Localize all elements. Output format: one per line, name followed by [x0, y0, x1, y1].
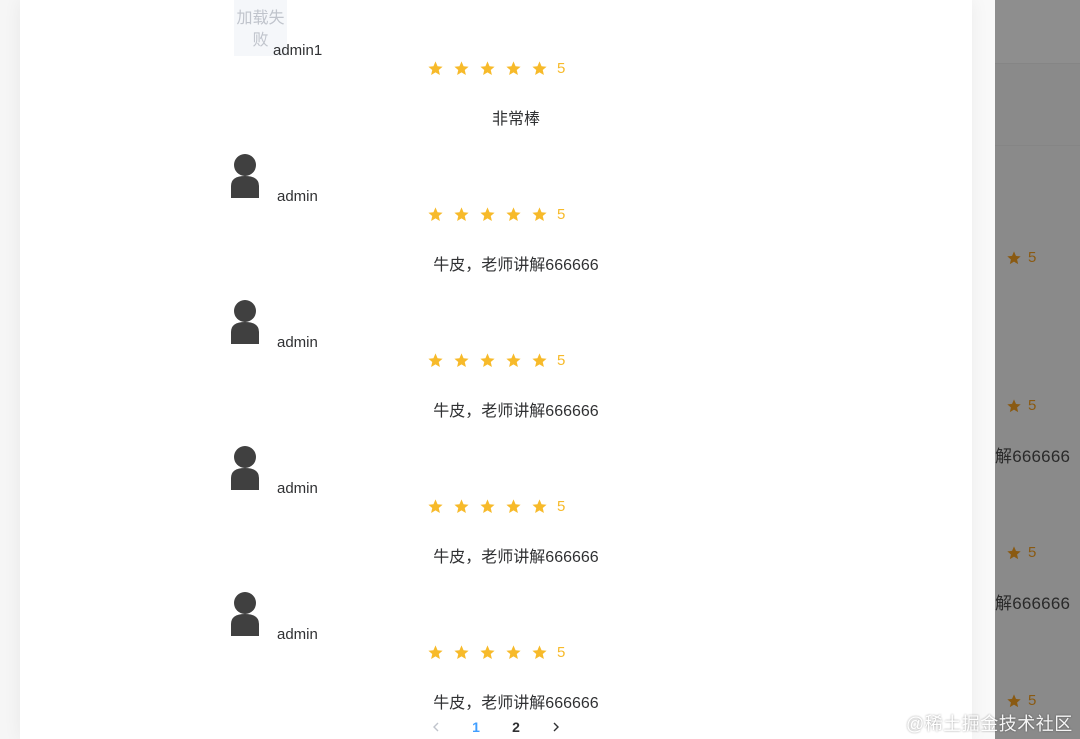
star-icon: [480, 645, 495, 660]
star-icon: [454, 645, 469, 660]
person-icon: [231, 446, 259, 490]
rating-score: 5: [557, 352, 566, 369]
background-divider: [995, 145, 1080, 146]
person-icon: [231, 592, 259, 636]
prev-page-button[interactable]: [416, 715, 456, 739]
page-number-2[interactable]: 2: [496, 719, 536, 735]
star-icon: [428, 61, 443, 76]
star-icon: [428, 499, 443, 514]
star-icon: [532, 499, 547, 514]
comment-username: admin: [277, 480, 318, 497]
comment-content: 牛皮，老师讲解666666: [433, 549, 599, 566]
star-icon: [532, 207, 547, 222]
star-rating: 5: [427, 498, 565, 515]
star-icon: [480, 353, 495, 368]
page-number-1[interactable]: 1: [456, 719, 496, 735]
background-rating-score: 5: [1028, 397, 1037, 414]
star-rating: 5: [427, 60, 565, 77]
star-icon: [506, 353, 521, 368]
background-rating-score: 5: [1028, 544, 1037, 561]
star-icon: [454, 207, 469, 222]
pagination: 1 2: [0, 715, 992, 739]
comment-content: 非常棒: [491, 111, 540, 128]
star-icon: [480, 61, 495, 76]
star-icon: [506, 207, 521, 222]
star-rating: 5: [427, 206, 565, 223]
star-icon: [454, 353, 469, 368]
rating-score: 5: [557, 498, 566, 515]
star-icon: [428, 645, 443, 660]
chevron-left-icon: [433, 722, 439, 732]
watermark: @稀土掘金技术社区: [906, 714, 1073, 734]
comment-content: 牛皮，老师讲解666666: [433, 695, 599, 712]
star-icon: [506, 645, 521, 660]
person-icon: [231, 300, 259, 344]
rating-score: 5: [557, 644, 566, 661]
background-comment-text: 解666666: [995, 447, 1071, 466]
star-icon: [480, 207, 495, 222]
chevron-right-icon: [553, 722, 559, 732]
star-icon: [428, 207, 443, 222]
star-icon: [428, 353, 443, 368]
comment-username: admin: [277, 626, 318, 643]
star-icon: [480, 499, 495, 514]
star-icon: [506, 499, 521, 514]
comment-content: 牛皮，老师讲解666666: [433, 257, 599, 274]
star-icon: [532, 61, 547, 76]
comment-username: admin1: [273, 42, 323, 59]
rating-score: 5: [557, 60, 566, 77]
comment-username: admin: [277, 334, 318, 351]
page-background-left: [0, 0, 20, 739]
star-icon: [506, 61, 521, 76]
rating-score: 5: [557, 206, 566, 223]
star-rating: 5: [427, 352, 565, 369]
star-icon: [532, 645, 547, 660]
next-page-button[interactable]: [536, 715, 576, 739]
person-icon: [231, 154, 259, 198]
star-icon: [454, 499, 469, 514]
star-icon: [532, 353, 547, 368]
background-header: [995, 0, 1080, 64]
background-comment-text: 解666666: [995, 594, 1071, 613]
comments-dialog: 加载失败 admin1 5 非常棒 admin 5 牛皮，老师讲解666666: [20, 0, 972, 739]
background-rating-score: 5: [1028, 249, 1037, 266]
comment-username: admin: [277, 188, 318, 205]
background-rating-score: 5: [1028, 692, 1037, 709]
star-rating: 5: [427, 644, 565, 661]
comment-content: 牛皮，老师讲解666666: [433, 403, 599, 420]
star-icon: [454, 61, 469, 76]
